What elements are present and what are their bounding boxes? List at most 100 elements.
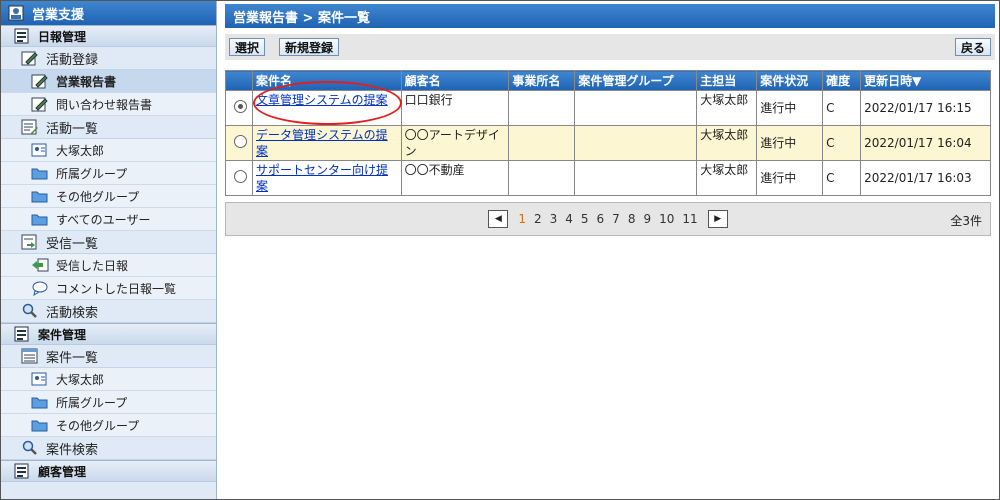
sidebar-item[interactable]: すべてのユーザー xyxy=(1,208,216,231)
list-edit-icon xyxy=(21,119,39,135)
sidebar-item[interactable]: 受信一覧 xyxy=(1,231,216,254)
sidebar-item[interactable]: 案件検索 xyxy=(1,437,216,460)
sidebar-item[interactable]: 大塚太郎 xyxy=(1,368,216,391)
sidebar-item[interactable]: 活動検索 xyxy=(1,300,216,323)
back-button[interactable]: 戻る xyxy=(954,38,991,56)
pagination: ◀ 1 2 3 4 5 6 7 8 9 10 11 ▶ 全3件 xyxy=(225,202,991,236)
cell-customer: 口口銀行 xyxy=(400,90,510,126)
folder-icon xyxy=(31,417,49,433)
page-number[interactable]: 2 xyxy=(534,212,542,226)
cell-text: 進行中 xyxy=(760,136,797,150)
sidebar-item-label: 活動検索 xyxy=(46,305,99,321)
table-row[interactable]: 文章管理システムの提案 口口銀行 大塚太郎 進行中 C 2022/01/17 16:15 xyxy=(225,90,991,126)
toolbar: 選択 新規登録 戻る xyxy=(225,34,995,60)
page-number[interactable]: 4 xyxy=(565,212,573,226)
page-number[interactable]: 8 xyxy=(628,212,636,226)
sidebar-section-1[interactable]: 案件管理 xyxy=(1,323,216,345)
page-numbers: 1 2 3 4 5 6 7 8 9 10 11 xyxy=(514,212,701,226)
sidebar-menu: 日報管理 活動登録 営業報告書 問い合わせ報告書 活動一覧 大塚太郎 所属グループ その他グル… xyxy=(1,25,216,482)
page-number[interactable]: 5 xyxy=(581,212,589,226)
sidebar-item[interactable]: コメントした日報一覧 xyxy=(1,277,216,300)
sidebar-section-2[interactable]: 顧客管理 xyxy=(1,460,216,482)
sidebar-item-label: 営業報告書 xyxy=(56,74,117,89)
chevron-right-icon[interactable]: ▶ xyxy=(707,210,728,228)
cell-status: 進行中 xyxy=(756,125,824,161)
folder-icon xyxy=(31,394,49,410)
table-row[interactable]: データ管理システムの提案 〇〇アートデザイン 大塚太郎 進行中 C 2022/01/17 … xyxy=(225,125,991,161)
cell-text: C xyxy=(826,136,835,150)
page-number[interactable]: 6 xyxy=(597,212,605,226)
sidebar-item-label: コメントした日報一覧 xyxy=(56,281,177,296)
inbox-icon xyxy=(21,234,39,250)
search-icon xyxy=(21,303,39,319)
app-frame: 営業支援 日報管理 活動登録 営業報告書 問い合わせ報告書 活動一覧 大塚太郎 所属グループ… xyxy=(0,0,1000,500)
cell-text: 〇〇アートデザイン xyxy=(404,128,500,158)
column-header: 事業所名 xyxy=(508,70,576,91)
sidebar-item[interactable]: 所属グループ xyxy=(1,391,216,414)
table-row[interactable]: サポートセンター向け提案 〇〇不動産 大塚太郎 進行中 C 2022/01/17 16:0… xyxy=(225,160,991,196)
select-button[interactable]: 選択 xyxy=(229,38,266,56)
cell-office xyxy=(508,125,576,161)
cell-updated: 2022/01/17 16:04 xyxy=(860,125,991,161)
sidebar-item[interactable]: その他グループ xyxy=(1,414,216,437)
cell-certainty: C xyxy=(822,90,862,126)
page-number[interactable]: 11 xyxy=(682,212,697,226)
row-radio[interactable] xyxy=(234,134,247,148)
cell-text: 〇〇不動産 xyxy=(404,163,465,177)
page-number[interactable]: 3 xyxy=(550,212,558,226)
section-icon xyxy=(13,326,31,342)
cell-text: 大塚太郎 xyxy=(700,93,749,107)
cell-status: 進行中 xyxy=(756,160,824,196)
page-number[interactable]: 7 xyxy=(612,212,620,226)
cell-group xyxy=(574,90,698,126)
cell-name: サポートセンター向け提案 xyxy=(251,160,402,196)
page-number[interactable]: 9 xyxy=(643,212,651,226)
sidebar-item[interactable]: 案件一覧 xyxy=(1,345,216,368)
column-header[interactable]: 更新日時▼ xyxy=(860,70,991,91)
cell-text: C xyxy=(826,101,835,115)
sidebar-item[interactable]: 営業報告書 xyxy=(1,70,216,93)
cell-text: 進行中 xyxy=(760,171,797,185)
column-header: 案件名 xyxy=(251,70,402,91)
case-name-link[interactable]: データ管理システムの提案 xyxy=(256,128,388,158)
page-number[interactable]: 10 xyxy=(659,212,674,226)
cell-text: 大塚太郎 xyxy=(700,128,749,142)
sidebar-item-label: 所属グループ xyxy=(56,166,128,181)
cell-text: 進行中 xyxy=(760,101,797,115)
cell-name: 文章管理システムの提案 xyxy=(251,90,402,126)
sidebar-item[interactable]: 問い合わせ報告書 xyxy=(1,93,216,116)
row-radio[interactable] xyxy=(234,169,247,183)
chevron-left-icon[interactable]: ◀ xyxy=(488,210,509,228)
breadcrumb: 営業報告書 > 案件一覧 xyxy=(233,10,370,26)
sidebar-item[interactable]: 受信した日報 xyxy=(1,254,216,277)
sidebar-item-label: その他グループ xyxy=(56,189,140,204)
column-header: 案件管理グループ xyxy=(574,70,698,91)
sidebar-title: 営業支援 xyxy=(32,7,85,23)
sidebar-item-label: 案件一覧 xyxy=(46,350,99,366)
sidebar-item-label: すべてのユーザー xyxy=(56,212,151,227)
sidebar-item[interactable]: 活動一覧 xyxy=(1,116,216,139)
cell-updated: 2022/01/17 16:03 xyxy=(860,160,991,196)
case-name-link[interactable]: 文章管理システムの提案 xyxy=(256,93,388,107)
cell-office xyxy=(508,160,576,196)
sidebar-header[interactable]: 営業支援 xyxy=(1,1,216,25)
sidebar-item[interactable]: その他グループ xyxy=(1,185,216,208)
cell-customer: 〇〇アートデザイン xyxy=(400,125,510,161)
search-icon xyxy=(21,440,39,456)
sidebar-item[interactable]: 大塚太郎 xyxy=(1,139,216,162)
row-radio[interactable] xyxy=(234,99,247,113)
sidebar-section-0[interactable]: 日報管理 xyxy=(1,25,216,47)
column-header: 確度 xyxy=(822,70,862,91)
sidebar-item[interactable]: 活動登録 xyxy=(1,47,216,70)
page-number[interactable]: 1 xyxy=(518,212,526,226)
new-register-button[interactable]: 新規登録 xyxy=(279,38,340,56)
section-icon xyxy=(13,463,31,479)
cell-office xyxy=(508,90,576,126)
section-icon xyxy=(13,28,31,44)
cell-certainty: C xyxy=(822,160,862,196)
case-name-link[interactable]: サポートセンター向け提案 xyxy=(256,163,388,193)
sidebar-item-label: 案件検索 xyxy=(46,442,99,458)
sidebar-item[interactable]: 所属グループ xyxy=(1,162,216,185)
cell-certainty: C xyxy=(822,125,862,161)
column-header xyxy=(225,70,253,91)
